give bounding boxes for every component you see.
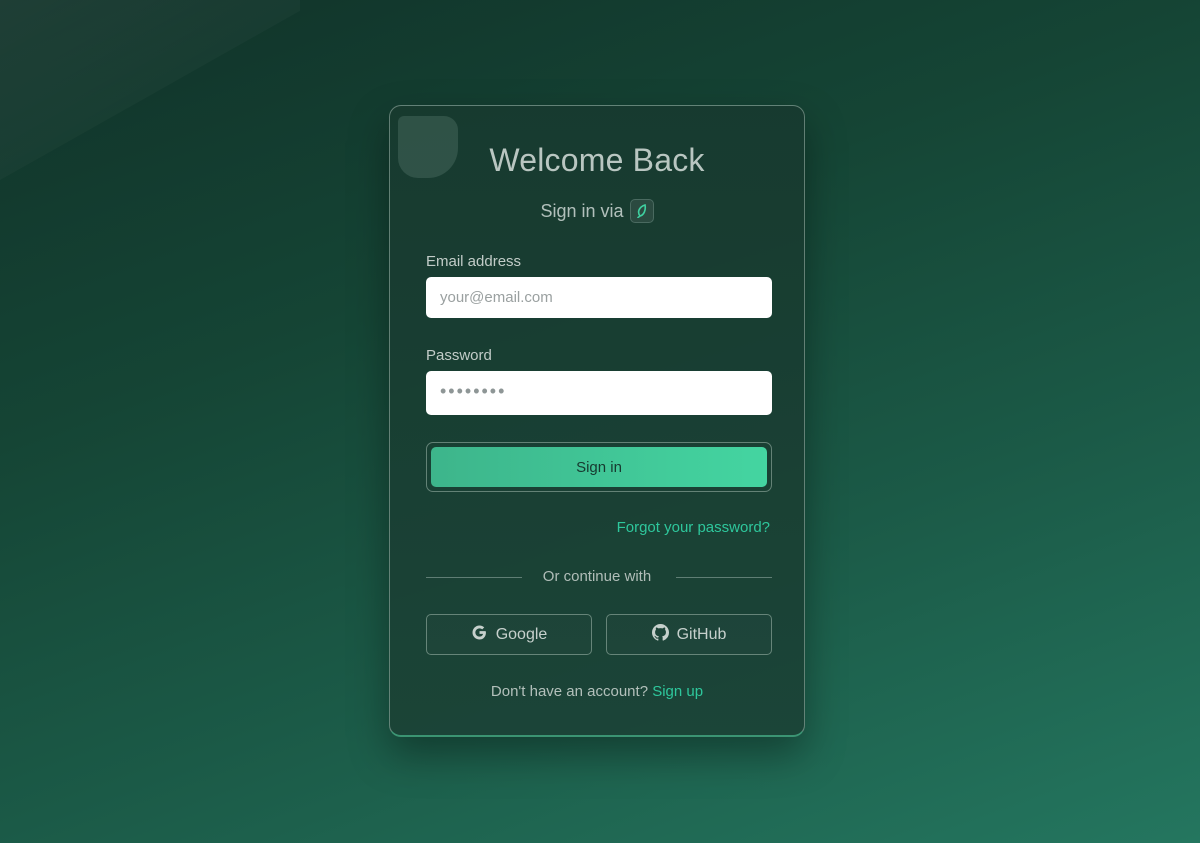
leaf-icon	[629, 199, 654, 223]
email-label: Email address	[426, 253, 522, 270]
sign-up-link[interactable]: Sign up	[652, 683, 703, 700]
subtitle-text: Sign in via	[540, 200, 624, 221]
login-card: Welcome Back Sign in via Email address P…	[389, 105, 805, 737]
sign-in-via: Sign in via	[390, 199, 804, 223]
google-icon	[471, 624, 488, 646]
sign-in-button-frame: Sign in	[426, 442, 772, 492]
divider-line-right	[676, 577, 772, 578]
forgot-password-link[interactable]: Forgot your password?	[617, 519, 770, 536]
google-label: Google	[495, 625, 548, 643]
google-button[interactable]: Google	[426, 614, 592, 655]
page-title: Welcome Back	[489, 142, 705, 178]
sign-in-button[interactable]: Sign in	[431, 447, 767, 487]
password-field[interactable]	[426, 371, 772, 415]
password-label: Password	[426, 347, 492, 364]
background-sheen	[0, 0, 300, 180]
signup-prompt: Don't have an account?	[490, 683, 649, 700]
github-button[interactable]: GitHub	[606, 614, 772, 655]
github-icon	[651, 623, 669, 646]
github-label: GitHub	[676, 625, 727, 643]
email-field[interactable]	[426, 277, 772, 318]
signup-prompt-line: Don't have an account? Sign up	[390, 683, 804, 700]
